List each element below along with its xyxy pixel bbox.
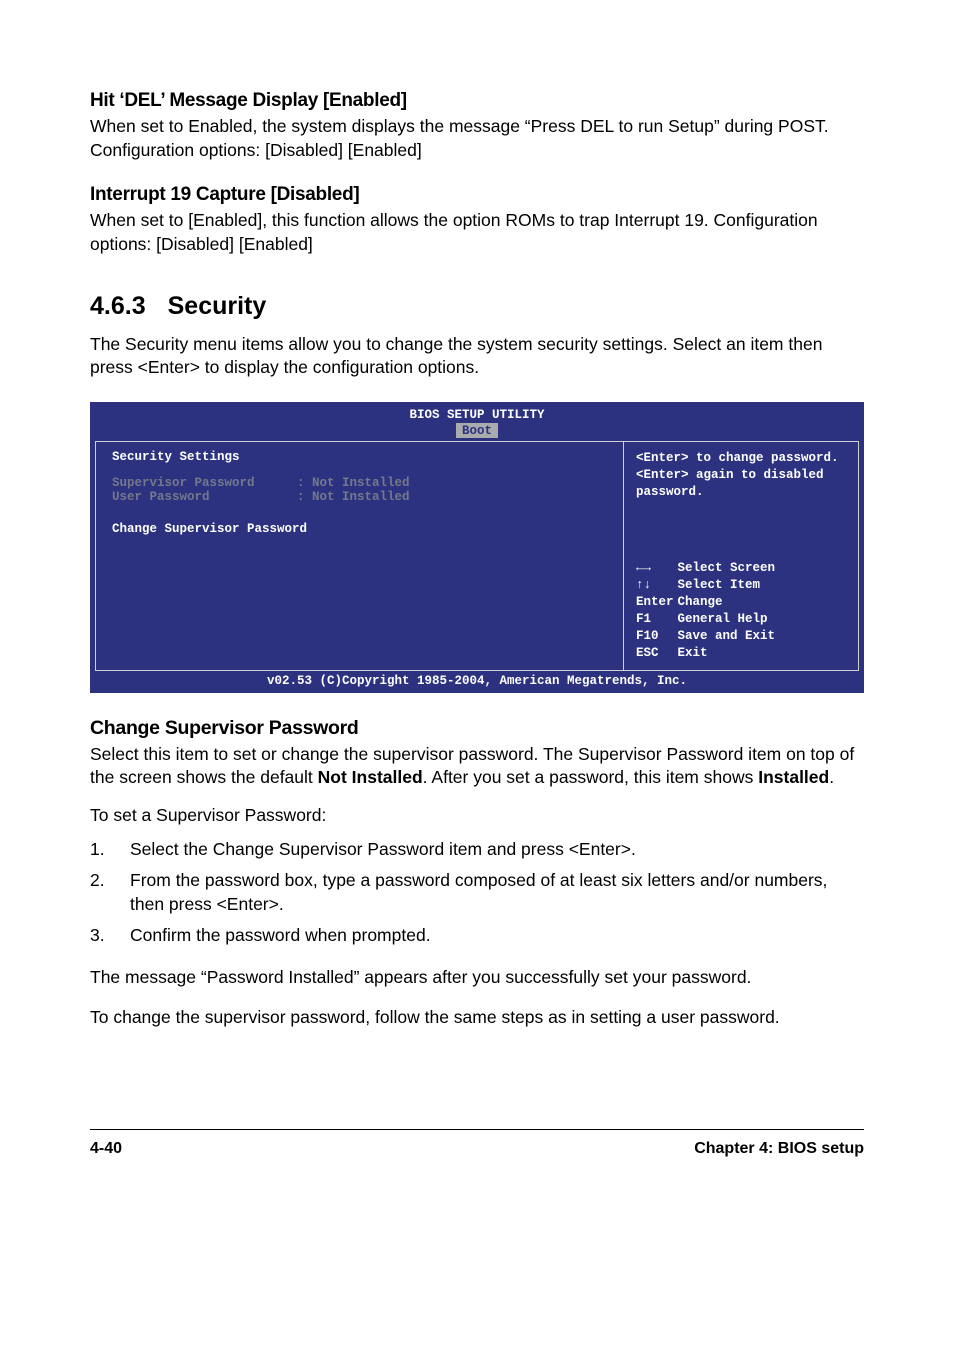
bios-key-row: ←→Select Screen (636, 560, 779, 577)
bios-user-password-row: User Password : Not Installed (112, 490, 607, 504)
bios-key: F10 (636, 628, 678, 645)
bios-key-row: F10Save and Exit (636, 628, 779, 645)
change-sup-p2: To set a Supervisor Password: (90, 804, 864, 828)
change-sup-p3: The message “Password Installed” appears… (90, 966, 864, 990)
bios-hint: <Enter> to change password. <Enter> agai… (636, 450, 846, 501)
bios-row-label: User Password (112, 490, 297, 504)
bios-key: ←→ (636, 560, 678, 577)
bios-key-row: ↑↓Select Item (636, 577, 779, 594)
bios-key: ESC (636, 645, 678, 662)
bios-screenshot: BIOS SETUP UTILITY Boot Security Setting… (90, 402, 864, 693)
bios-tab-boot: Boot (456, 423, 498, 438)
supervisor-steps: 1.Select the Change Supervisor Password … (90, 838, 864, 949)
page-footer: 4-40 Chapter 4: BIOS setup (90, 1129, 864, 1158)
step-text: From the password box, type a password c… (130, 869, 864, 916)
bios-key-legend: ←→Select Screen ↑↓Select Item EnterChang… (636, 560, 846, 661)
body-int19: When set to [Enabled], this function all… (90, 209, 864, 256)
bios-row-value: : Not Installed (297, 476, 410, 490)
bios-key: F1 (636, 611, 678, 628)
bios-row-label: Supervisor Password (112, 476, 297, 490)
text-fragment: . (829, 767, 834, 787)
step-number: 3. (90, 924, 130, 948)
bios-supervisor-password-row: Supervisor Password : Not Installed (112, 476, 607, 490)
installed-label: Installed (758, 767, 829, 787)
bios-key-row: F1General Help (636, 611, 779, 628)
bios-key: ↑↓ (636, 577, 678, 594)
bios-footer: v02.53 (C)Copyright 1985-2004, American … (90, 671, 864, 693)
text-fragment: . After you set a password, this item sh… (423, 767, 759, 787)
section-4-6-3: 4.6.3 Security (90, 292, 864, 321)
bios-change-supervisor: Change Supervisor Password (112, 522, 607, 536)
change-sup-p1: Select this item to set or change the su… (90, 743, 864, 790)
page-number: 4-40 (90, 1140, 122, 1158)
heading-change-supervisor: Change Supervisor Password (90, 717, 864, 740)
bios-key-row: EnterChange (636, 594, 779, 611)
bios-key-desc: Save and Exit (678, 628, 780, 645)
bios-header: BIOS SETUP UTILITY Boot (90, 402, 864, 438)
bios-key-desc: Change (678, 594, 780, 611)
section-number-text: 4.6.3 (90, 292, 146, 320)
bios-hint-line2: <Enter> again to disabled password. (636, 468, 824, 499)
bios-key: Enter (636, 594, 678, 611)
bios-hint-line1: <Enter> to change password. (636, 451, 839, 465)
step-text: Confirm the password when prompted. (130, 924, 864, 948)
bios-key-row: ESCExit (636, 645, 779, 662)
list-item: 2.From the password box, type a password… (90, 869, 864, 916)
bios-header-title: BIOS SETUP UTILITY (90, 408, 864, 422)
heading-hit-del: Hit ‘DEL’ Message Display [Enabled] (90, 90, 864, 112)
body-hit-del: When set to Enabled, the system displays… (90, 115, 864, 162)
heading-int19: Interrupt 19 Capture [Disabled] (90, 184, 864, 206)
step-text: Select the Change Supervisor Password it… (130, 838, 864, 862)
bios-key-desc: Select Screen (678, 560, 780, 577)
step-number: 1. (90, 838, 130, 862)
bios-key-desc: Select Item (678, 577, 780, 594)
list-item: 3.Confirm the password when prompted. (90, 924, 864, 948)
bios-key-desc: Exit (678, 645, 780, 662)
bios-key-desc: General Help (678, 611, 780, 628)
step-number: 2. (90, 869, 130, 916)
not-installed-label: Not Installed (318, 767, 423, 787)
list-item: 1.Select the Change Supervisor Password … (90, 838, 864, 862)
change-sup-p4: To change the supervisor password, follo… (90, 1006, 864, 1030)
section-title-text: Security (168, 292, 267, 320)
section-intro: The Security menu items allow you to cha… (90, 333, 864, 380)
bios-row-value: : Not Installed (297, 490, 410, 504)
bios-security-heading: Security Settings (112, 450, 607, 464)
chapter-label: Chapter 4: BIOS setup (694, 1140, 864, 1158)
